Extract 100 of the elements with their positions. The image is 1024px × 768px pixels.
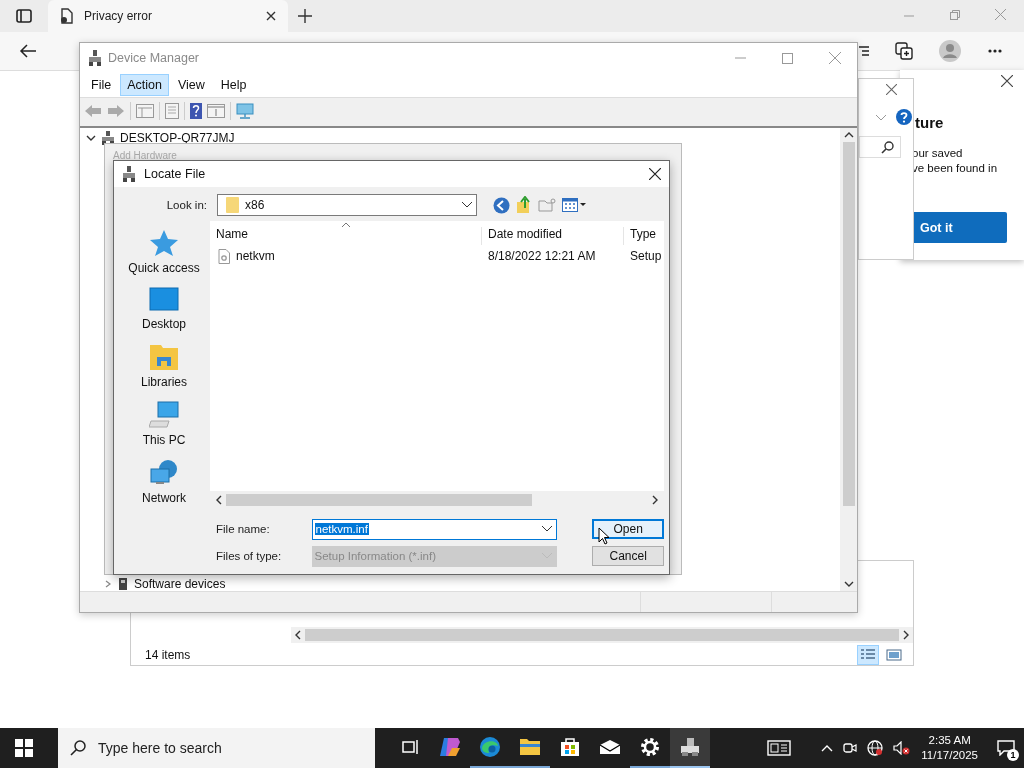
back-arrow-icon[interactable] — [19, 44, 37, 58]
setup-file-icon — [218, 248, 230, 264]
close-icon[interactable] — [266, 11, 276, 21]
details-view-button[interactable] — [857, 645, 879, 665]
envelope-icon — [599, 739, 621, 755]
item-count: 14 items — [145, 648, 192, 662]
properties-icon[interactable] — [136, 104, 154, 118]
scroll-up-icon[interactable] — [843, 132, 854, 138]
help-icon[interactable] — [190, 103, 202, 119]
places-item[interactable]: Quick access — [120, 229, 208, 275]
chevron-up-icon[interactable] — [821, 744, 834, 752]
scrollbar-thumb[interactable] — [305, 629, 899, 641]
device-manager-icon — [122, 166, 136, 182]
task-view-icon — [401, 738, 419, 756]
close-icon[interactable] — [649, 168, 661, 180]
scrollbar-thumb[interactable] — [226, 493, 532, 506]
window-title: Device Manager — [108, 51, 199, 65]
globe-icon[interactable] — [867, 740, 884, 756]
maximize-icon[interactable] — [782, 52, 793, 64]
vertical-scrollbar[interactable] — [840, 128, 857, 591]
dialog-title: Locate File — [144, 167, 206, 181]
file-name: netkvm — [236, 249, 275, 263]
libraries-folder-icon — [149, 343, 179, 371]
news-icon[interactable] — [767, 740, 792, 756]
folder-icon — [226, 197, 239, 213]
window-title: Add Hardware — [113, 150, 177, 161]
open-button[interactable]: Open — [592, 519, 664, 539]
file-row[interactable]: netkvm 8/18/2022 12:21 AM Setup — [210, 245, 664, 267]
scroll-left-icon[interactable] — [216, 494, 222, 505]
popup-heading: ture — [915, 114, 944, 131]
device-manager-icon — [88, 50, 102, 66]
network-icon — [149, 459, 179, 487]
notification-center-button[interactable]: 1 — [988, 728, 1024, 768]
tab-actions-icon[interactable] — [16, 9, 32, 23]
shopping-bag-icon — [560, 737, 580, 757]
file-type: Setup — [629, 249, 663, 263]
help-icon[interactable] — [896, 109, 912, 125]
taskbar-app-button[interactable] — [670, 728, 710, 768]
scroll-down-icon[interactable] — [843, 581, 854, 587]
sort-ascending-icon — [341, 222, 351, 228]
tree-item[interactable]: Software devices — [134, 577, 226, 591]
look-in-label: Look in: — [165, 199, 207, 211]
file-name-label: File name: — [215, 523, 271, 535]
search-field[interactable] — [859, 136, 901, 158]
browser-tab[interactable]: Privacy error — [48, 0, 288, 32]
preview-pane-icon — [886, 648, 902, 662]
collections-icon[interactable] — [895, 42, 913, 60]
back-icon[interactable] — [493, 196, 510, 214]
menu-item[interactable]: Action — [120, 74, 169, 96]
windows-logo-icon[interactable] — [15, 739, 33, 757]
device-icon — [118, 578, 128, 590]
scroll-left-icon[interactable] — [295, 630, 301, 640]
scroll-right-icon[interactable] — [652, 494, 658, 505]
places-item[interactable]: Libraries — [120, 343, 208, 389]
places-item[interactable]: Network — [120, 459, 208, 505]
mouse-cursor-icon — [598, 527, 610, 545]
scrollbar-thumb[interactable] — [842, 142, 855, 506]
camera-icon[interactable] — [843, 741, 858, 755]
chat-bubble-icon — [997, 740, 1015, 756]
search-icon — [70, 740, 86, 756]
up-folder-icon[interactable] — [516, 196, 532, 214]
scroll-right-icon[interactable] — [903, 630, 909, 640]
view-menu-icon[interactable] — [562, 198, 586, 212]
tree-item[interactable]: DESKTOP-QR77JMJ — [120, 131, 235, 145]
cancel-button[interactable]: Cancel — [592, 546, 664, 566]
expand-chevron-icon[interactable] — [86, 133, 96, 143]
clock[interactable]: 2:35 AM 11/17/2025 — [921, 733, 978, 763]
look-in-dropdown[interactable]: x86 — [217, 194, 477, 216]
close-icon[interactable] — [1001, 75, 1013, 87]
muted-speaker-icon[interactable] — [893, 741, 912, 755]
document-icon[interactable] — [165, 103, 179, 119]
places-item[interactable]: Desktop — [120, 287, 208, 331]
horizontal-scrollbar[interactable] — [291, 627, 913, 643]
file-name-field[interactable]: netkvm.inf — [311, 518, 558, 540]
menu-item[interactable]: View — [170, 74, 212, 96]
ribbon-logo-icon — [438, 736, 462, 758]
details-list-icon — [860, 648, 876, 662]
search-icon — [881, 140, 894, 154]
chevron-down-icon[interactable] — [876, 115, 886, 121]
taskbar-search-field[interactable]: Type here to search — [58, 728, 375, 768]
date-modified: 8/18/2022 12:21 AM — [487, 249, 597, 263]
device-manager-icon — [679, 737, 701, 757]
desktop-icon — [149, 287, 179, 313]
menu-item[interactable]: Help — [213, 74, 254, 96]
star-icon — [149, 229, 179, 257]
settings-icon — [640, 737, 660, 757]
profile-avatar-icon[interactable] — [939, 40, 961, 62]
browser-logo-icon — [479, 736, 501, 758]
menu-item[interactable]: File — [84, 74, 119, 96]
column-header[interactable]: Date modified — [482, 227, 624, 245]
chevron-down-icon — [462, 202, 472, 208]
more-options-icon[interactable] — [988, 49, 1002, 53]
page-warning-icon — [60, 8, 74, 24]
view-panel-icon[interactable] — [207, 104, 225, 118]
folder-icon — [519, 738, 541, 756]
new-tab-icon[interactable] — [298, 9, 312, 23]
column-header[interactable]: Type — [624, 227, 664, 245]
places-item[interactable]: This PC — [120, 401, 208, 447]
column-header[interactable]: Name — [210, 227, 482, 245]
favorites-icon[interactable] — [859, 45, 869, 57]
